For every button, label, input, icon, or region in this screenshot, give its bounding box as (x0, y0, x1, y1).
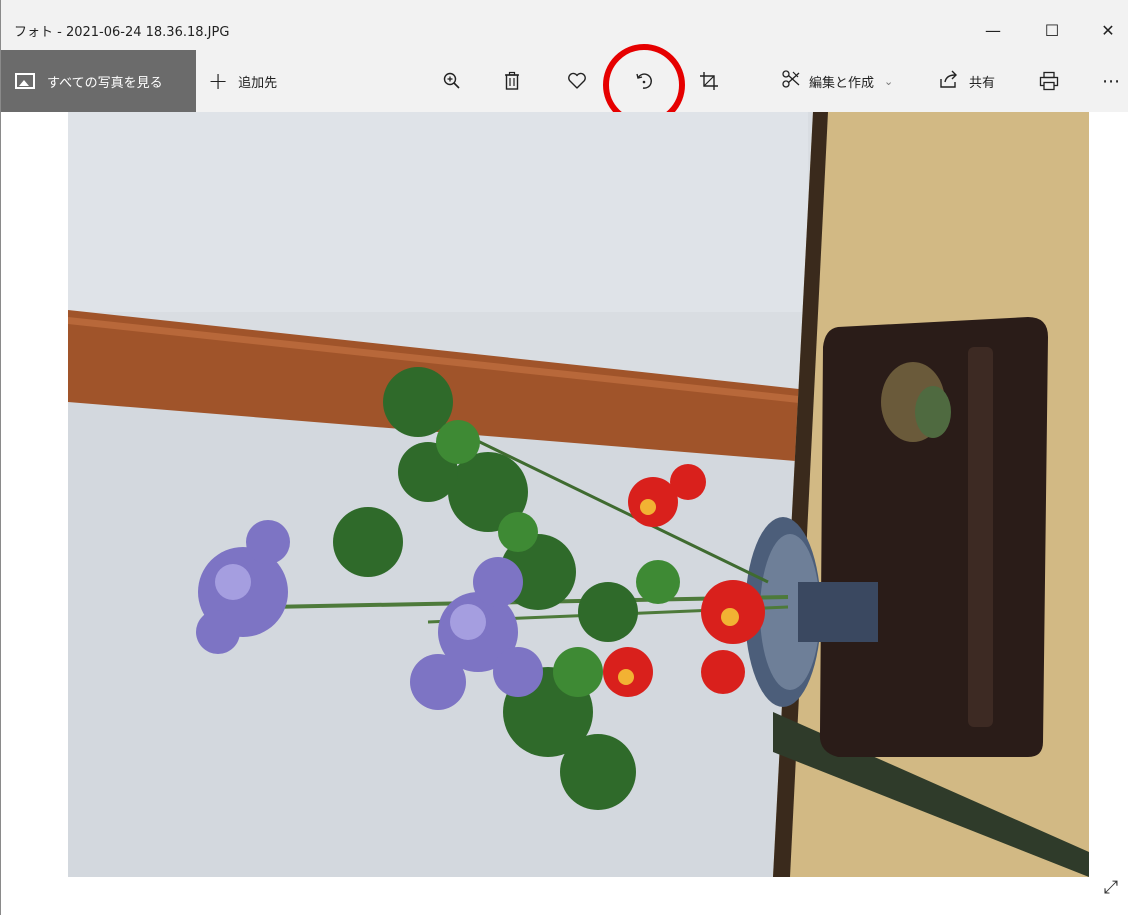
print-icon[interactable] (1034, 68, 1064, 94)
plus-icon: + (208, 67, 229, 95)
minimize-icon[interactable]: — (970, 10, 1016, 50)
share-label: 共有 (969, 75, 996, 91)
heart-icon[interactable] (562, 68, 592, 94)
add-to-button[interactable]: + 追加先 (208, 68, 277, 94)
share-button[interactable]: 共有 (939, 68, 995, 94)
all-photos-button[interactable]: すべての写真を見る (1, 50, 196, 112)
window-title: フォト - 2021-06-24 18.36.18.JPG (14, 25, 230, 40)
zoom-in-icon[interactable] (437, 68, 467, 94)
more-icon[interactable]: ⋯ (1096, 68, 1126, 94)
rotate-icon[interactable] (629, 68, 659, 94)
crop-icon[interactable] (694, 68, 724, 94)
fullscreen-icon[interactable]: ⤢ (1099, 875, 1123, 899)
all-photos-label: すべての写真を見る (47, 75, 163, 91)
photo-view[interactable] (68, 112, 1089, 877)
toolbar: すべての写真を見る + 追加先 編集と作成 ⌄ 共有 ⋯ (1, 50, 1128, 112)
edit-create-label: 編集と作成 (809, 75, 875, 91)
photos-app-window: フォト - 2021-06-24 18.36.18.JPG — ☐ ✕ すべての… (0, 0, 1128, 915)
edit-create-button[interactable]: 編集と作成 ⌄ (781, 68, 893, 94)
photo-icon (15, 73, 35, 89)
edit-icon (781, 69, 801, 94)
delete-icon[interactable] (497, 68, 527, 94)
add-to-label: 追加先 (238, 75, 278, 91)
maximize-icon[interactable]: ☐ (1029, 10, 1075, 50)
title-bar: フォト - 2021-06-24 18.36.18.JPG — ☐ ✕ (1, 0, 1128, 50)
close-icon[interactable]: ✕ (1085, 10, 1128, 50)
share-icon (939, 70, 959, 93)
chevron-down-icon: ⌄ (884, 74, 894, 88)
photo-image (68, 112, 1089, 877)
